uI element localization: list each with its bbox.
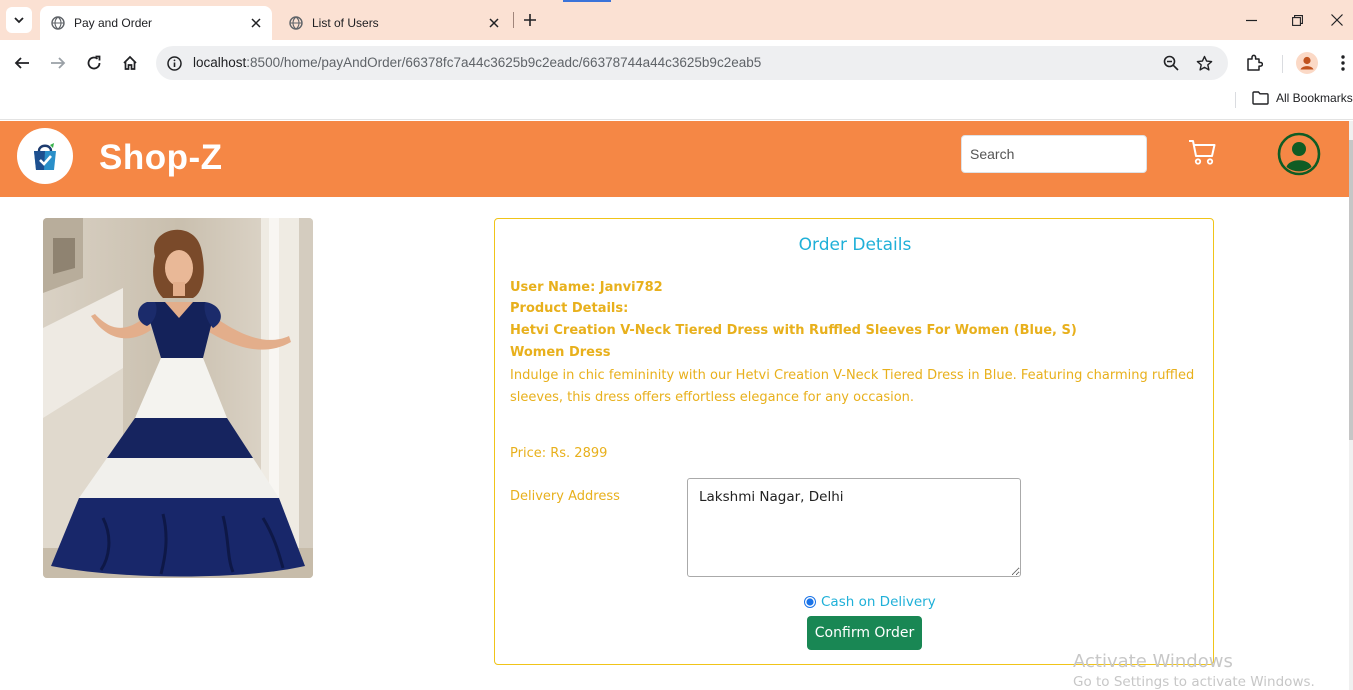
confirm-order-button[interactable]: Confirm Order — [807, 616, 922, 650]
browser-tabstrip: Pay and Order List of Users — [0, 0, 1353, 40]
tab-title: List of Users — [312, 16, 379, 30]
zoom-icon — [1163, 55, 1179, 71]
globe-icon — [288, 15, 304, 31]
watermark-line-2: Go to Settings to activate Windows. — [1073, 674, 1315, 690]
user-name: User Name: Janvi782 — [510, 280, 663, 295]
url-text[interactable]: localhost:8500/home/payAndOrder/66378fc7… — [193, 55, 761, 70]
bookmarks-bar: All Bookmarks — [0, 86, 1353, 114]
tab-search-button[interactable] — [6, 7, 32, 33]
cart-button[interactable] — [1186, 136, 1218, 168]
reload-button[interactable] — [80, 49, 108, 77]
plus-icon — [524, 14, 536, 26]
delivery-address-field[interactable]: Lakshmi Nagar, Delhi — [687, 478, 1021, 577]
site-info-button[interactable] — [162, 51, 186, 75]
cash-on-delivery-option[interactable]: Cash on Delivery — [804, 594, 936, 610]
close-icon — [1330, 14, 1343, 26]
extensions-button[interactable] — [1242, 51, 1266, 75]
restore-button[interactable] — [1274, 0, 1320, 40]
close-icon[interactable] — [484, 13, 504, 33]
tab-search-icon — [14, 17, 24, 24]
back-icon — [14, 57, 29, 69]
cash-on-delivery-radio[interactable] — [804, 596, 816, 608]
extensions-icon — [1247, 54, 1263, 71]
kebab-menu-icon — [1341, 55, 1345, 71]
page-scrollbar-thumb[interactable] — [1349, 140, 1353, 440]
delivery-address-label: Delivery Address — [510, 489, 620, 504]
bookmarks-separator — [1235, 92, 1236, 108]
home-button[interactable] — [116, 49, 144, 77]
search-input[interactable] — [961, 135, 1147, 173]
all-bookmarks-label: All Bookmarks — [1276, 91, 1353, 105]
profile-icon — [1296, 52, 1318, 74]
tab-list-of-users[interactable]: List of Users — [278, 6, 510, 40]
product-category: Women Dress — [510, 345, 611, 360]
tab-accent-line — [563, 0, 611, 2]
activate-windows-watermark: Activate Windows Go to Settings to activ… — [1073, 651, 1315, 690]
user-avatar-icon — [1277, 132, 1321, 176]
shopping-bag-logo-icon — [34, 143, 56, 170]
reload-icon — [87, 55, 101, 70]
close-window-button[interactable] — [1320, 0, 1353, 40]
star-icon — [1196, 55, 1212, 71]
profile-avatar-button[interactable] — [1277, 132, 1321, 176]
new-tab-button[interactable] — [518, 8, 542, 32]
cart-icon — [1189, 140, 1216, 165]
restore-icon — [1291, 14, 1303, 26]
site-info-icon — [166, 55, 182, 71]
brand-name[interactable]: Shop-Z — [99, 138, 223, 178]
site-logo[interactable] — [17, 128, 73, 184]
back-button[interactable] — [8, 49, 36, 77]
url-host: localhost — [193, 55, 247, 70]
profile-button[interactable] — [1295, 51, 1319, 75]
minimize-icon — [1245, 19, 1257, 21]
folder-icon — [1252, 91, 1269, 105]
order-details-card: Order Details User Name: Janvi782 Produc… — [494, 218, 1214, 665]
zoom-button[interactable] — [1159, 51, 1183, 75]
address-bar[interactable]: localhost:8500/home/payAndOrder/66378fc7… — [156, 46, 1228, 80]
chrome-divider — [0, 119, 1353, 120]
product-name: Hetvi Creation V-Neck Tiered Dress with … — [510, 323, 1077, 338]
globe-icon — [50, 15, 66, 31]
tab-separator — [513, 12, 514, 28]
chrome-menu-button[interactable] — [1331, 51, 1353, 75]
forward-button[interactable] — [44, 49, 72, 77]
forward-icon — [51, 57, 66, 69]
minimize-button[interactable] — [1228, 0, 1274, 40]
tab-title: Pay and Order — [74, 16, 153, 30]
tab-pay-and-order[interactable]: Pay and Order — [40, 6, 272, 40]
product-price: Price: Rs. 2899 — [510, 446, 608, 461]
cash-on-delivery-label: Cash on Delivery — [821, 594, 936, 610]
url-path: :8500/home/payAndOrder/66378fc7a44c3625b… — [246, 55, 762, 70]
product-image — [43, 218, 313, 578]
site-navbar: Shop-Z — [0, 121, 1349, 197]
order-details-title: Order Details — [798, 235, 912, 255]
home-icon — [123, 55, 137, 70]
close-icon[interactable] — [246, 13, 266, 33]
all-bookmarks-button[interactable]: All Bookmarks — [1252, 91, 1353, 105]
product-description: Indulge in chic femininity with our Hetv… — [510, 368, 1195, 405]
watermark-line-1: Activate Windows — [1073, 651, 1233, 672]
product-details-label: Product Details: — [510, 301, 629, 316]
bookmark-star-button[interactable] — [1192, 51, 1216, 75]
toolbar-separator — [1282, 55, 1283, 73]
